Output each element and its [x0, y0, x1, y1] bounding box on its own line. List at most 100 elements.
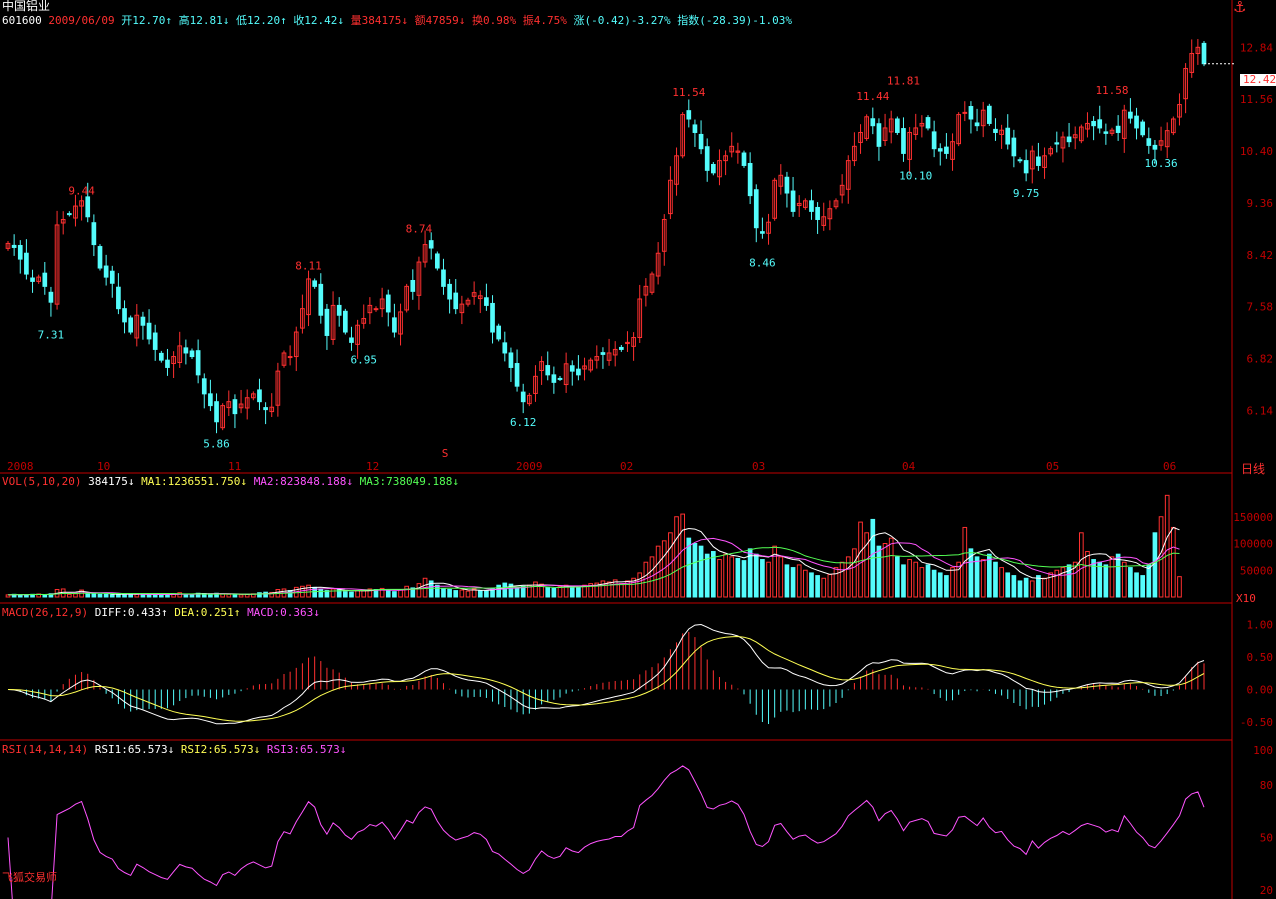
volume-bar: [453, 590, 459, 598]
volume-bar: [852, 548, 857, 598]
quote-fields: 开12.70↑ 高12.81↓ 低12.20↑ 收12.42↓ 量384175↓…: [121, 14, 792, 27]
macd-panel: [7, 623, 1205, 725]
candle-body: [962, 111, 968, 114]
vol-tick-label: 150000: [1233, 511, 1273, 524]
candle-body: [747, 162, 753, 197]
candle-body: [183, 347, 189, 354]
candle-body: [815, 206, 820, 220]
volume-bar: [109, 594, 115, 598]
volume-bar: [1146, 564, 1152, 598]
low-price-label: 6.95: [350, 353, 377, 366]
volume-bar: [618, 583, 624, 598]
volume-bar: [545, 586, 551, 598]
volume-bar: [1140, 575, 1146, 598]
volume-bar: [766, 561, 771, 598]
candle-body: [576, 368, 581, 376]
volume-bar: [729, 556, 735, 598]
low-price-label: 7.31: [38, 329, 65, 342]
candle-body: [208, 393, 213, 407]
volume-bar: [913, 561, 919, 598]
candle-body: [490, 302, 495, 333]
candle-body: [704, 146, 710, 171]
candle-body: [1017, 159, 1023, 162]
vol-tick-label: 50000: [1240, 564, 1273, 577]
candle-body: [85, 196, 91, 218]
stock-chart[interactable]: 9.44 8.11 8.74 11.54 11.44 11.81 11.58 7.31 5.86…: [0, 0, 1276, 899]
candle-body: [692, 124, 698, 133]
date-axis-label: 03: [752, 460, 765, 473]
quote-field: 涨(-0.42)-3.27%: [573, 14, 678, 27]
quote-field: 量384175↓: [350, 14, 415, 27]
candle-body: [569, 365, 575, 372]
high-price-label: 8.11: [295, 259, 322, 272]
volume-bar: [165, 594, 170, 598]
volume-bar: [103, 593, 109, 598]
volume-bar: [404, 585, 410, 598]
candle-body: [496, 325, 502, 340]
volume-bar: [600, 580, 606, 598]
stock-code: 601600: [2, 14, 42, 27]
volume-bar: [1109, 556, 1115, 598]
candle-body: [1134, 115, 1139, 129]
candle-body: [201, 378, 207, 395]
low-price-label: 5.86: [203, 437, 230, 450]
period-label[interactable]: 日线: [1241, 460, 1265, 477]
volume-bar: [392, 591, 397, 598]
volume-bar: [901, 564, 906, 598]
low-price-label: 9.75: [1013, 187, 1040, 200]
volume-bar: [876, 545, 882, 598]
date-axis-label: 04: [902, 460, 916, 473]
candle-body: [753, 189, 759, 229]
quote-field: 高12.81↓: [178, 14, 236, 27]
candle-body: [1201, 42, 1207, 65]
candle-body: [809, 200, 814, 212]
volume-bar: [551, 587, 557, 598]
candle-body: [1036, 156, 1041, 166]
candle-body: [502, 342, 508, 354]
candle-body: [1066, 136, 1072, 143]
volume-bar: [1103, 564, 1109, 598]
candle-body: [551, 374, 557, 383]
anchor-icon[interactable]: ⚓: [1233, 0, 1246, 16]
volume-bar: [1121, 561, 1127, 598]
date-axis-label: 10: [97, 460, 110, 473]
price-tick-label: 12.84: [1240, 41, 1273, 54]
candle-body: [618, 346, 624, 350]
volume-bar: [760, 559, 765, 598]
volume-bar: [576, 586, 581, 598]
volume-bar: [937, 572, 943, 598]
macd-fields: DIFF:0.433↑ DEA:0.251↑ MACD:0.363↓: [95, 606, 320, 619]
rsi-panel: [7, 765, 1205, 899]
volume-bar: [821, 577, 827, 598]
app-name: 飞狐交易师: [2, 871, 57, 884]
volume-bar: [66, 593, 72, 598]
candle-body: [392, 317, 397, 333]
rsi-title: RSI(14,14,14): [2, 743, 89, 756]
volume-bar: [459, 589, 465, 598]
candle-body: [876, 123, 882, 147]
price-tick-label: 10.40: [1240, 145, 1273, 158]
volume-bar: [232, 593, 238, 598]
vol-legend: VOL(5,10,20) 384175↓ MA1:1236551.750↓ MA…: [2, 475, 459, 488]
volume-bar: [287, 590, 293, 598]
candle-body: [336, 304, 342, 316]
volume-bar: [73, 593, 78, 598]
high-price-label: 11.44: [856, 90, 889, 103]
volume-bar: [416, 583, 422, 598]
date-axis-label: 2009: [516, 460, 543, 473]
stock-name: 中国铝业: [2, 0, 51, 13]
macd-field: MACD:0.363↓: [247, 606, 320, 619]
volume-bar: [484, 590, 489, 598]
volume-panel: [5, 494, 1182, 598]
candle-body: [508, 352, 514, 368]
candle-body: [30, 277, 35, 282]
volume-bar: [796, 564, 802, 598]
date-axis-label: 06: [1163, 460, 1176, 473]
volume-bar: [385, 590, 391, 598]
quote-field: 开12.70↑: [121, 14, 179, 27]
candle-body: [122, 308, 127, 323]
volume-bar: [802, 569, 808, 598]
volume-bar: [1023, 577, 1029, 598]
rsi-tick-label: 20: [1260, 884, 1273, 897]
volume-bar: [907, 559, 912, 598]
